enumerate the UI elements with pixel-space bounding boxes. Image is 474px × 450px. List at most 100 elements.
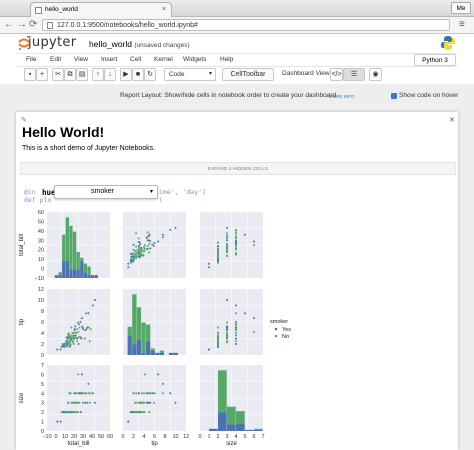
histogram-bar (72, 269, 77, 278)
scatter-point (132, 411, 135, 414)
x-tick-label: 50 (98, 434, 104, 440)
scatter-point (74, 325, 77, 328)
scatter-point (226, 335, 228, 338)
y-tick-label: 1 (41, 420, 44, 426)
scatter-point (77, 392, 80, 395)
y-tick-label: 0 (41, 267, 44, 273)
scatter-point (253, 240, 255, 243)
histogram-bar (159, 352, 165, 355)
histogram-bar (69, 225, 73, 270)
y-tick-label: 50 (38, 219, 44, 225)
scatter-point (135, 232, 138, 235)
scatter-point (76, 411, 79, 414)
scatter-point (226, 239, 228, 242)
scatter-point (226, 328, 228, 331)
scatter-point (137, 244, 140, 247)
scatter-point (59, 420, 62, 423)
histogram-bar (209, 428, 218, 431)
scatter-point (69, 392, 72, 395)
scatter-point (174, 401, 177, 404)
scatter-point (93, 299, 96, 301)
y-axis-label: tip (19, 318, 25, 325)
scatter-point (72, 339, 75, 342)
x-tick-label: 8 (163, 434, 166, 440)
scatter-point (67, 335, 70, 338)
histogram-bar (254, 429, 263, 431)
scatter-point (79, 336, 82, 339)
scatter-point (66, 411, 69, 414)
scatter-point (235, 337, 237, 340)
scatter-point (153, 392, 156, 395)
scatter-point (71, 334, 74, 337)
scatter-point (149, 240, 152, 243)
y-tick-label: 4 (41, 331, 44, 337)
scatter-point (226, 249, 228, 252)
scatter-point (235, 334, 237, 337)
scatter-point (226, 321, 228, 324)
histogram-bar (141, 352, 146, 355)
scatter-point (235, 231, 237, 234)
scatter-point (73, 392, 76, 395)
scatter-point (153, 242, 156, 245)
histogram-bar (69, 269, 73, 278)
y-tick-label: −10 (35, 276, 44, 282)
scatter-point (135, 411, 138, 414)
scatter-point (208, 266, 210, 269)
histogram-bar (227, 406, 236, 425)
histogram-bar (83, 272, 88, 278)
scatter-point (91, 304, 94, 307)
histogram-bar (127, 335, 132, 355)
scatter-point (161, 382, 164, 385)
scatter-point (63, 343, 66, 345)
scatter-point (72, 343, 75, 345)
scatter-point (135, 249, 138, 252)
scatter-point (217, 337, 219, 340)
scatter-point (140, 246, 143, 249)
scatter-point (235, 323, 237, 326)
scatter-point (148, 251, 151, 254)
scatter-point (161, 392, 164, 395)
scatter-point (135, 252, 138, 255)
scatter-point (66, 345, 69, 348)
scatter-point (68, 345, 71, 348)
scatter-point (127, 420, 130, 423)
scatter-point (152, 401, 155, 404)
x-tick-label: 10 (62, 434, 68, 440)
scatter-point (244, 233, 246, 236)
histogram-bar (218, 370, 227, 413)
scatter-point (89, 328, 92, 331)
y-tick-label: 30 (38, 238, 44, 244)
scatter-point (132, 258, 135, 261)
scatter-point (140, 250, 143, 253)
scatter-point (91, 392, 94, 395)
histogram-bar (236, 423, 245, 431)
histogram-bar (136, 339, 142, 355)
histogram-bar (227, 424, 236, 431)
scatter-point (70, 337, 73, 340)
scatter-point (84, 312, 87, 315)
scatter-point (226, 226, 228, 229)
scatter-point (139, 243, 142, 246)
scatter-point (253, 317, 255, 320)
scatter-point (174, 226, 177, 229)
scatter-point (149, 247, 152, 250)
x-tick-label: 2 (216, 434, 219, 440)
scatter-point (73, 329, 76, 332)
histogram-bar (159, 350, 165, 353)
scatter-point (217, 241, 219, 244)
x-tick-label: 6 (153, 434, 156, 440)
scatter-point (226, 236, 228, 239)
scatter-point (77, 373, 80, 376)
scatter-point (235, 243, 237, 246)
histogram-bar (141, 322, 146, 353)
scatter-point (80, 392, 83, 395)
scatter-point (235, 233, 237, 236)
y-tick-label: 12 (38, 287, 44, 293)
y-tick-label: 2 (41, 410, 44, 416)
scatter-point (82, 328, 85, 331)
scatter-point (235, 240, 237, 243)
histogram-bar (94, 275, 98, 278)
histogram-bar (150, 348, 155, 351)
scatter-point (142, 411, 145, 414)
scatter-point (93, 401, 96, 404)
